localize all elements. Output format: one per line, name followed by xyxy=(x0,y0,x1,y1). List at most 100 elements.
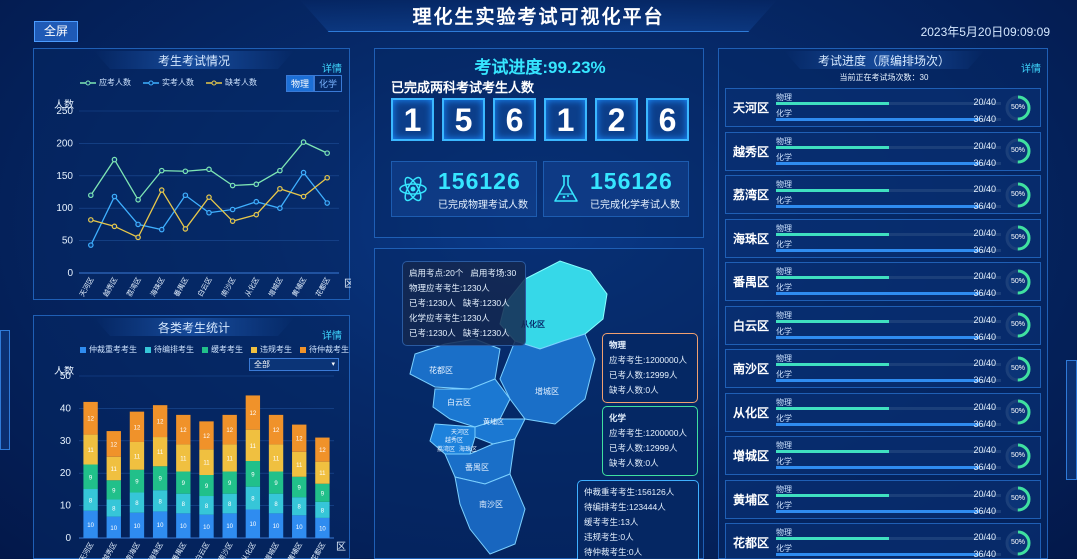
data-point[interactable] xyxy=(277,167,283,174)
district-name: 南沙区 xyxy=(732,362,769,376)
district-name: 增城区 xyxy=(732,449,769,463)
district-progress-row[interactable]: 白云区 物理 20/40 化学 36/40 50% xyxy=(725,305,1041,345)
legend-item[interactable]: 缺考人数 xyxy=(206,77,257,88)
toggle-chemistry[interactable]: 化学 xyxy=(314,75,343,92)
tooltip-line: 已考:1230人 缺考:1230人 xyxy=(409,298,510,308)
chem-stat: 156126 已完成化学考试人数 xyxy=(543,161,689,217)
bar-segment-label: 11 xyxy=(296,463,303,469)
data-point[interactable] xyxy=(324,174,330,181)
data-point[interactable] xyxy=(182,226,189,232)
district-progress-row[interactable]: 海珠区 物理 20/40 化学 36/40 50% xyxy=(725,218,1041,258)
legend-item[interactable]: 仲裁重考考生 xyxy=(80,344,137,355)
bar-segment-label: 10 xyxy=(134,524,141,530)
data-point[interactable] xyxy=(88,217,94,223)
data-point[interactable] xyxy=(324,200,330,206)
progress-bars: 物理 20/40 化学 36/40 xyxy=(776,263,1004,300)
data-point[interactable] xyxy=(300,193,307,200)
legend-label: 违规考生 xyxy=(260,345,292,354)
line-chart: 人数050100150200250天河区 越秀区 荔湾区 海珠区 番禺区 白云区 南沙区 从化… xyxy=(54,98,351,299)
district-list: 天河区 物理 20/40 化学 36/40 50% 越秀区 物理 20/40 化… xyxy=(725,88,1041,559)
data-point[interactable] xyxy=(158,187,165,193)
toggle-physics[interactable]: 物理 xyxy=(286,75,315,92)
box-line: 待仲裁考生:0人 xyxy=(584,547,643,557)
district-progress-row[interactable]: 南沙区 物理 20/40 化学 36/40 50% xyxy=(725,349,1041,388)
data-point[interactable] xyxy=(277,205,283,212)
box-line: 已考人数:12999人 xyxy=(609,443,678,453)
x-tick-label: 花都区 xyxy=(309,541,327,559)
data-point[interactable] xyxy=(206,166,212,173)
data-point[interactable] xyxy=(253,211,260,218)
data-point[interactable] xyxy=(88,242,94,248)
legend-item[interactable]: 违规考生 xyxy=(251,344,292,355)
flask-icon xyxy=(554,175,578,202)
data-point[interactable] xyxy=(111,193,118,200)
bar-segment-label: 12 xyxy=(226,428,233,434)
legend-item[interactable]: 实考人数 xyxy=(143,77,194,88)
physics-value: 20/40 xyxy=(973,140,996,151)
data-point[interactable] xyxy=(253,181,260,188)
digit: 6 xyxy=(646,98,689,141)
legend-item[interactable]: 应考人数 xyxy=(80,77,131,88)
data-point[interactable] xyxy=(182,192,189,199)
map-region-huadu[interactable] xyxy=(409,338,501,390)
chem-value: 36/40 xyxy=(973,288,996,298)
data-point[interactable] xyxy=(135,221,141,228)
legend-label: 仲裁重考考生 xyxy=(89,345,137,354)
district-progress-row[interactable]: 番禺区 物理 20/40 化学 36/40 50% xyxy=(725,262,1041,301)
data-point[interactable] xyxy=(135,234,141,241)
chem-track xyxy=(776,118,1001,121)
physics-value: 20/40 xyxy=(973,184,996,194)
progress-bars: 物理 20/40 化学 36/40 xyxy=(776,437,1004,474)
data-point[interactable] xyxy=(111,156,118,163)
data-point[interactable] xyxy=(253,198,260,205)
district-progress-row[interactable]: 增城区 物理 20/40 化学 36/40 50% xyxy=(725,436,1041,475)
district-progress-row[interactable]: 从化区 物理 20/40 化学 36/40 50% xyxy=(725,392,1041,432)
x-tick-label: 从化区 xyxy=(243,276,261,299)
physics-fill xyxy=(776,450,889,453)
data-point[interactable] xyxy=(135,196,141,203)
legend-item[interactable]: 待仲裁考生 xyxy=(300,344,349,355)
x-tick-label: 白云区 xyxy=(193,541,211,559)
box-line: 应考考生:1200000人 xyxy=(609,428,687,438)
bar-segment-label: 11 xyxy=(157,450,164,456)
legend-label: 待仲裁考生 xyxy=(309,345,349,354)
progress-bars: 物理 20/40 化学 36/40 xyxy=(776,220,1004,257)
detail-link[interactable]: 详情 xyxy=(322,60,342,75)
data-point[interactable] xyxy=(229,206,236,213)
district-progress-row[interactable]: 越秀区 物理 20/40 化学 36/40 50% xyxy=(725,131,1041,171)
data-point[interactable] xyxy=(88,192,94,199)
data-point[interactable] xyxy=(111,223,118,230)
physics-track xyxy=(776,406,1001,410)
district-progress-row[interactable]: 荔湾区 物理 20/40 化学 36/40 50% xyxy=(725,175,1041,214)
data-point[interactable] xyxy=(206,194,212,200)
chem-value: 36/40 xyxy=(973,549,996,559)
bar-segment-label: 10 xyxy=(273,524,280,530)
legend-item[interactable]: 缓考考生 xyxy=(202,344,243,355)
data-point[interactable] xyxy=(277,185,283,192)
legend-item[interactable]: 待编排考生 xyxy=(145,344,194,355)
district-progress-row[interactable]: 黄埔区 物理 20/40 化学 36/40 50% xyxy=(725,479,1041,519)
physics-fill xyxy=(776,276,889,279)
data-point[interactable] xyxy=(300,139,307,145)
legend-label: 应考人数 xyxy=(99,78,131,87)
legend-label: 待编排考生 xyxy=(154,345,194,354)
map-tooltip: 启用考点:20个 启用考场:30 物理应考考生:1230人 已考:1230人 缺… xyxy=(402,261,526,346)
data-point[interactable] xyxy=(158,226,165,233)
district-progress-row[interactable]: 花都区 物理 20/40 化学 36/40 50% xyxy=(725,523,1041,559)
data-point[interactable] xyxy=(182,168,189,175)
data-point[interactable] xyxy=(206,209,212,216)
data-point[interactable] xyxy=(229,182,236,189)
data-point[interactable] xyxy=(324,150,330,156)
data-point[interactable] xyxy=(300,169,307,176)
chem-value: 36/40 xyxy=(973,375,996,385)
map-region-nansha[interactable] xyxy=(454,473,526,555)
data-point[interactable] xyxy=(158,167,165,174)
legend-swatch-icon xyxy=(80,346,86,353)
physics-fill xyxy=(776,493,889,497)
data-point[interactable] xyxy=(229,218,236,224)
district-progress-row[interactable]: 天河区 物理 20/40 化学 36/40 50% xyxy=(725,88,1041,127)
fullscreen-button[interactable]: 全屏 xyxy=(34,21,78,42)
detail-link[interactable]: 详情 xyxy=(322,327,342,342)
map-region-zengcheng[interactable] xyxy=(499,333,596,425)
chem-track xyxy=(776,205,1001,208)
